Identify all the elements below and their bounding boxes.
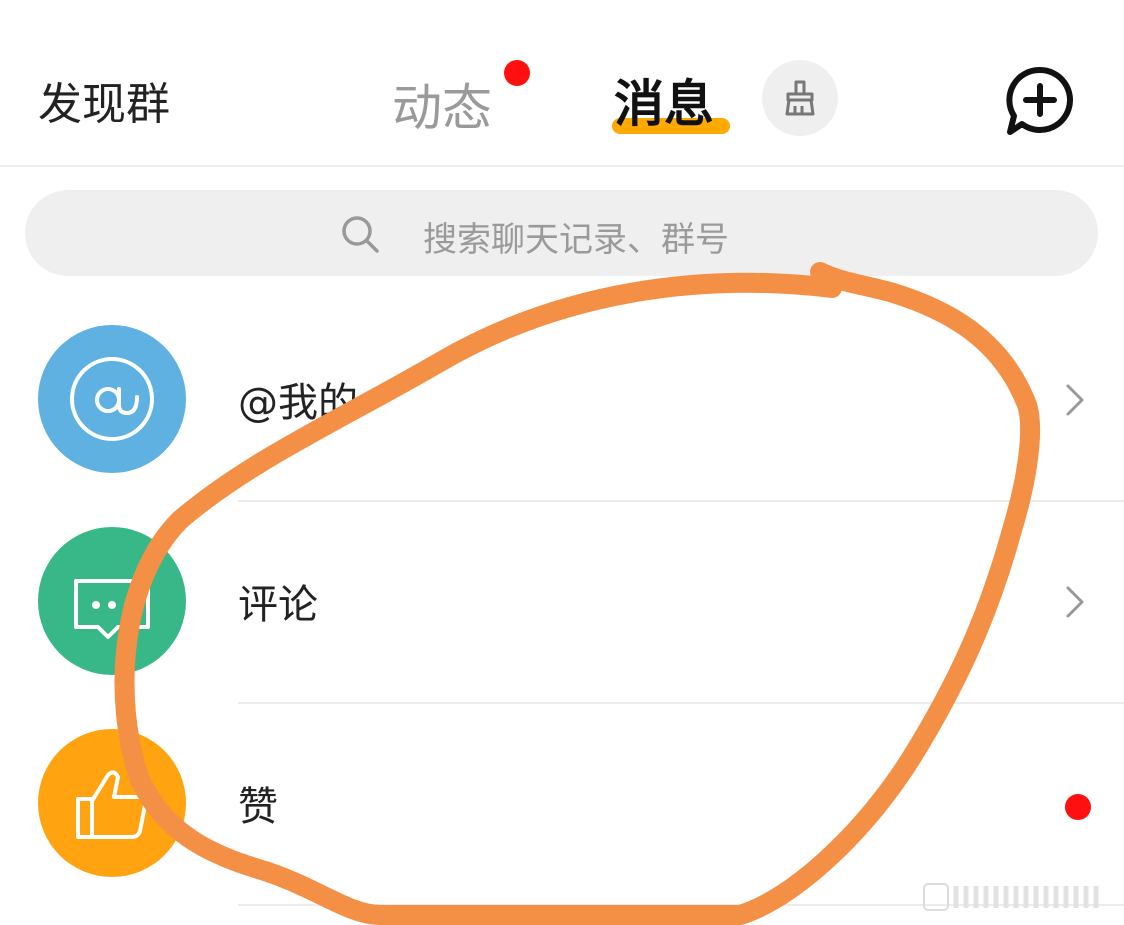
broom-icon: [785, 80, 815, 116]
search-bar[interactable]: 搜索聊天记录、群号: [25, 190, 1098, 276]
discover-groups-link[interactable]: 发现群: [38, 68, 170, 132]
likes-avatar: [38, 729, 186, 877]
list-item-comments[interactable]: 评论: [0, 502, 1124, 704]
comments-avatar: [38, 527, 186, 675]
chat-plus-icon[interactable]: [1000, 62, 1080, 142]
mentions-label: @我的: [238, 380, 358, 426]
comment-icon: [74, 579, 150, 639]
feed-unread-dot: [504, 60, 530, 86]
likes-unread-dot: [1065, 794, 1091, 820]
thumbs-up-icon: [76, 770, 148, 839]
chevron-right-icon: [1066, 586, 1084, 618]
list-item-likes[interactable]: 赞: [0, 704, 1124, 906]
list-item-mentions[interactable]: @我的: [0, 300, 1124, 502]
tab-messages[interactable]: 消息: [614, 64, 714, 136]
mentions-avatar: [38, 325, 186, 473]
search-icon: [342, 216, 379, 253]
clean-button[interactable]: [762, 60, 838, 136]
search-placeholder: 搜索聊天记录、群号: [423, 220, 729, 260]
comments-label: 评论: [238, 582, 318, 628]
at-icon: [70, 357, 154, 441]
chevron-right-icon: [1066, 384, 1084, 416]
top-bar: 发现群 动态 消息: [0, 0, 1124, 167]
tab-feed[interactable]: 动态: [392, 68, 492, 140]
watermark-graphic: [923, 883, 1099, 911]
likes-label: 赞: [238, 784, 278, 830]
